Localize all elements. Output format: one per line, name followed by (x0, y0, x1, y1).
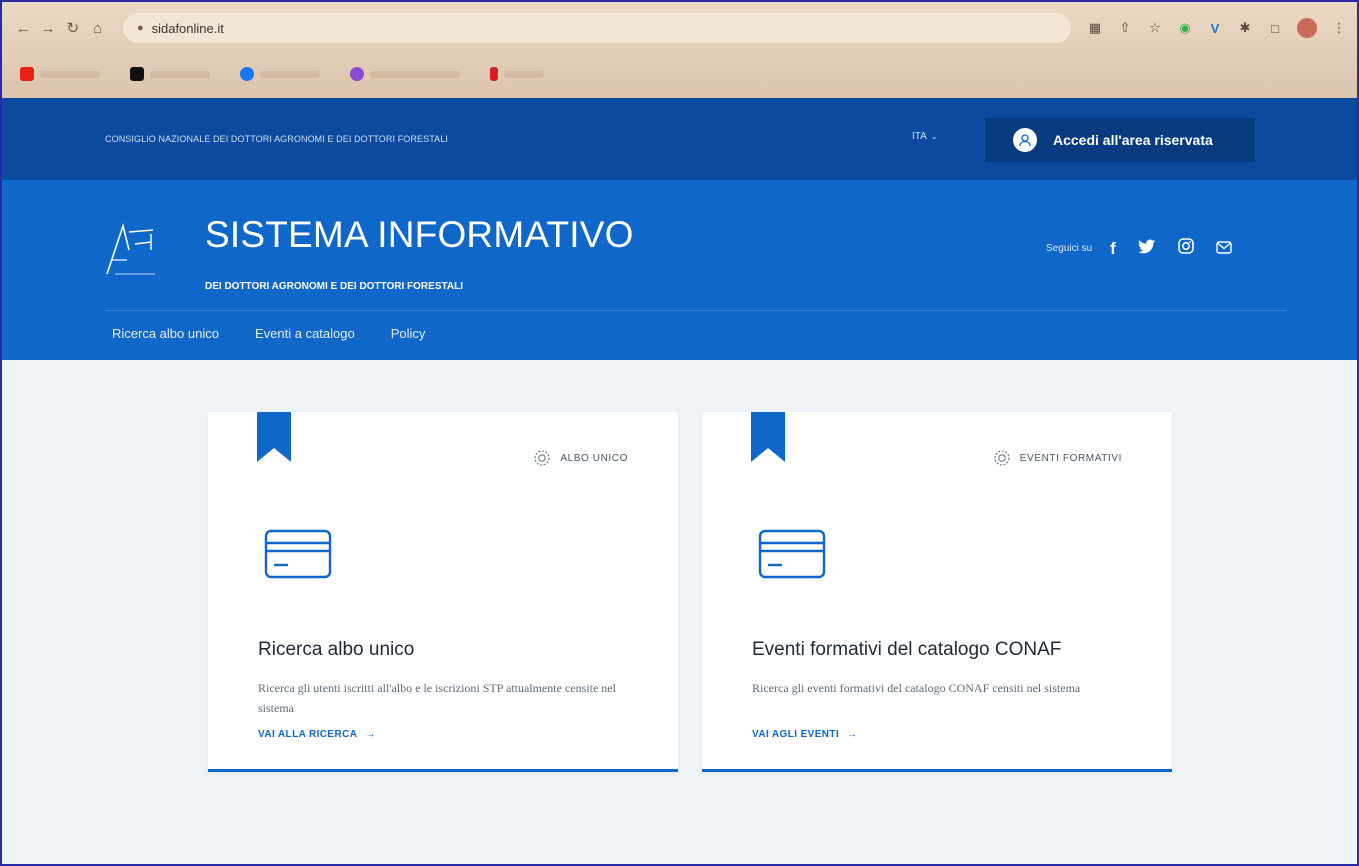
bookmarks-bar (2, 54, 1357, 94)
header-divider (105, 310, 1287, 311)
menu-item-eventi-catalogo[interactable]: Eventi a catalogo (255, 326, 355, 341)
more-menu-icon[interactable]: ⋮ (1331, 20, 1347, 36)
extension-green-icon[interactable]: ◉ (1177, 20, 1193, 36)
card-title: Eventi formativi del catalogo CONAF (752, 639, 1062, 660)
login-label: Accedi all'area riservata (1053, 132, 1213, 148)
arrow-right-icon: → (847, 729, 858, 740)
home-icon[interactable]: ⌂ (86, 16, 109, 40)
forward-icon[interactable]: → (37, 16, 60, 40)
bookmark-facebook[interactable] (240, 67, 320, 81)
card-category: EVENTI FORMATIVI (992, 448, 1122, 468)
card-link-ricerca[interactable]: VAI ALLA RICERCA → (258, 729, 376, 740)
bookmark-x[interactable] (130, 67, 210, 81)
credit-card-icon (758, 529, 826, 579)
card-title: Ricerca albo unico (258, 639, 415, 660)
address-bar[interactable]: ● sidafonline.it (122, 13, 1071, 43)
bookmark-ribbon-icon (751, 412, 785, 462)
profile-avatar[interactable] (1297, 18, 1317, 38)
card-description: Ricerca gli utenti iscritti all'albo e l… (258, 681, 616, 715)
translate-icon[interactable]: ▦ (1087, 20, 1103, 36)
arrow-right-icon: → (365, 729, 376, 740)
bookmark-label-blurred (504, 70, 544, 78)
twitter-icon[interactable] (1137, 239, 1156, 259)
side-panel-icon[interactable]: □ (1267, 20, 1283, 36)
netflix-icon (490, 67, 498, 81)
main-menu: Ricerca albo unico Eventi a catalogo Pol… (112, 326, 425, 341)
language-label: ITA (912, 131, 927, 142)
share-icon[interactable]: ⇧ (1117, 20, 1133, 36)
social-links: Seguici su f (1046, 238, 1232, 259)
mail-icon[interactable] (1216, 239, 1232, 259)
card-albo-unico: ALBO UNICO Ricerca albo unico Ricerca gl… (208, 412, 678, 772)
chevron-down-icon: ⌄ (930, 132, 938, 141)
card-eventi-formativi: EVENTI FORMATIVI Eventi formativi del ca… (702, 412, 1172, 772)
site-topbar: CONSIGLIO NAZIONALE DEI DOTTORI AGRONOMI… (2, 98, 1357, 180)
org-name: CONSIGLIO NAZIONALE DEI DOTTORI AGRONOMI… (105, 134, 448, 144)
bookmark-label-blurred (40, 70, 100, 78)
site-title: SISTEMA INFORMATIVO (205, 214, 634, 255)
reload-icon[interactable]: ↻ (61, 16, 84, 40)
bookmark-label-blurred (260, 70, 320, 78)
x-icon (130, 67, 144, 81)
site-info-icon[interactable]: ● (137, 22, 144, 34)
instagram-icon[interactable] (1178, 238, 1194, 259)
card-link-eventi[interactable]: VAI AGLI EVENTI → (752, 729, 858, 740)
credit-card-icon (264, 529, 332, 579)
bookmark-netflix[interactable] (490, 67, 544, 81)
card-link-label: VAI AGLI EVENTI (752, 729, 840, 740)
site-header: SISTEMA INFORMATIVO DEI DOTTORI AGRONOMI… (2, 180, 1357, 360)
user-icon (1013, 128, 1037, 152)
card-link-label: VAI ALLA RICERCA (258, 729, 358, 740)
star-icon[interactable]: ☆ (1147, 20, 1163, 36)
gear-icon (994, 450, 1010, 466)
bookmark-label-blurred (150, 70, 210, 78)
site-subtitle: DEI DOTTORI AGRONOMI E DEI DOTTORI FORES… (205, 281, 463, 292)
facebook-icon (240, 67, 254, 81)
youtube-icon (20, 67, 34, 81)
card-category-label: ALBO UNICO (560, 452, 628, 464)
card-category-label: EVENTI FORMATIVI (1019, 452, 1122, 464)
browser-chrome: ← → ↻ ⌂ ● sidafonline.it ▦ ⇧ ☆ ◉ V ✱ □ ⋮ (2, 2, 1357, 98)
card-description: Ricerca gli eventi formativi del catalog… (752, 681, 1081, 695)
url-text: sidafonline.it (151, 20, 224, 36)
menu-item-ricerca-albo[interactable]: Ricerca albo unico (112, 326, 219, 341)
facebook-icon[interactable]: f (1110, 239, 1116, 259)
card-category: ALBO UNICO (532, 448, 628, 468)
bookmark-ribbon-icon (257, 412, 291, 462)
bookmark-label-blurred (370, 70, 460, 78)
site-logo[interactable] (105, 220, 157, 276)
social-label: Seguici su (1046, 243, 1093, 254)
gear-icon (534, 450, 550, 466)
extensions-puzzle-icon[interactable]: ✱ (1237, 20, 1253, 36)
bookmark-youtube[interactable] (20, 67, 100, 81)
back-icon[interactable]: ← (12, 16, 35, 40)
bookmark-app[interactable] (350, 67, 460, 81)
browser-toolbar: ← → ↻ ⌂ ● sidafonline.it ▦ ⇧ ☆ ◉ V ✱ □ ⋮ (2, 2, 1357, 54)
login-button[interactable]: Accedi all'area riservata (985, 118, 1255, 162)
menu-item-policy[interactable]: Policy (391, 326, 426, 341)
language-selector[interactable]: ITA ⌄ (912, 131, 938, 142)
cards-row: ALBO UNICO Ricerca albo unico Ricerca gl… (208, 412, 1172, 772)
extension-v-icon[interactable]: V (1207, 20, 1223, 36)
bookmark-app-icon (350, 67, 364, 81)
